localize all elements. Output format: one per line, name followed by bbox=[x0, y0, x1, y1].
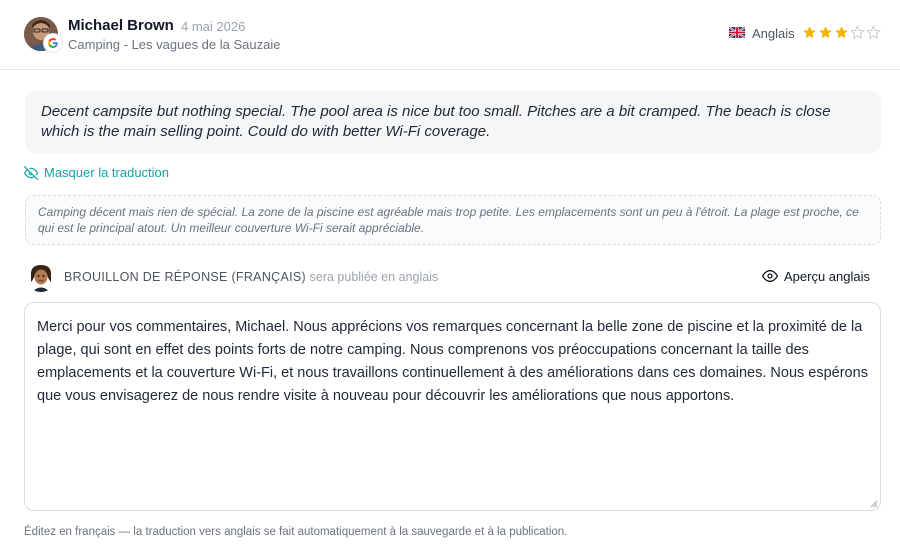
star-empty-icon bbox=[866, 25, 881, 40]
original-review-text: Decent campsite but nothing special. The… bbox=[25, 91, 881, 153]
eye-off-icon bbox=[24, 165, 38, 180]
uk-flag-icon bbox=[729, 27, 745, 38]
resize-handle-icon[interactable] bbox=[869, 499, 878, 508]
reviewer-name: Michael Brown bbox=[68, 17, 174, 34]
review-date: 4 mai 2026 bbox=[181, 19, 246, 34]
star-filled-icon bbox=[819, 26, 832, 39]
draft-subtitle: · sera publiée en anglais bbox=[302, 270, 439, 284]
draft-header: BROUILLON DE RÉPONSE (FRANÇAIS) · sera p… bbox=[0, 262, 900, 294]
google-icon bbox=[44, 34, 62, 52]
translated-review-text: Camping décent mais rien de spécial. La … bbox=[25, 195, 881, 245]
english-preview-label: Aperçu anglais bbox=[784, 268, 870, 284]
star-empty-icon bbox=[850, 25, 865, 40]
footer-note: Éditez en français — la traduction vers … bbox=[24, 526, 568, 538]
review-location: Camping - Les vagues de la Sauzaie bbox=[68, 37, 281, 52]
language-label: Anglais bbox=[752, 26, 795, 41]
hide-translation-button[interactable]: Masquer la traduction bbox=[24, 165, 169, 180]
eye-icon bbox=[762, 270, 778, 282]
star-filled-icon bbox=[803, 26, 816, 39]
review-header: Michael Brown 4 mai 2026 Camping - Les v… bbox=[0, 0, 900, 70]
hide-translation-label: Masquer la traduction bbox=[44, 165, 170, 180]
reply-textarea[interactable]: Merci pour vos commentaires, Michael. No… bbox=[24, 302, 881, 511]
reviewer-avatar bbox=[24, 17, 62, 55]
english-preview-button[interactable]: Aperçu anglais bbox=[762, 268, 870, 284]
reply-text: Merci pour vos commentaires, Michael. No… bbox=[37, 319, 868, 404]
star-rating bbox=[802, 25, 881, 40]
star-filled-icon bbox=[835, 26, 848, 39]
assistant-avatar bbox=[26, 262, 56, 292]
draft-title: BROUILLON DE RÉPONSE (FRANÇAIS) bbox=[64, 270, 306, 284]
